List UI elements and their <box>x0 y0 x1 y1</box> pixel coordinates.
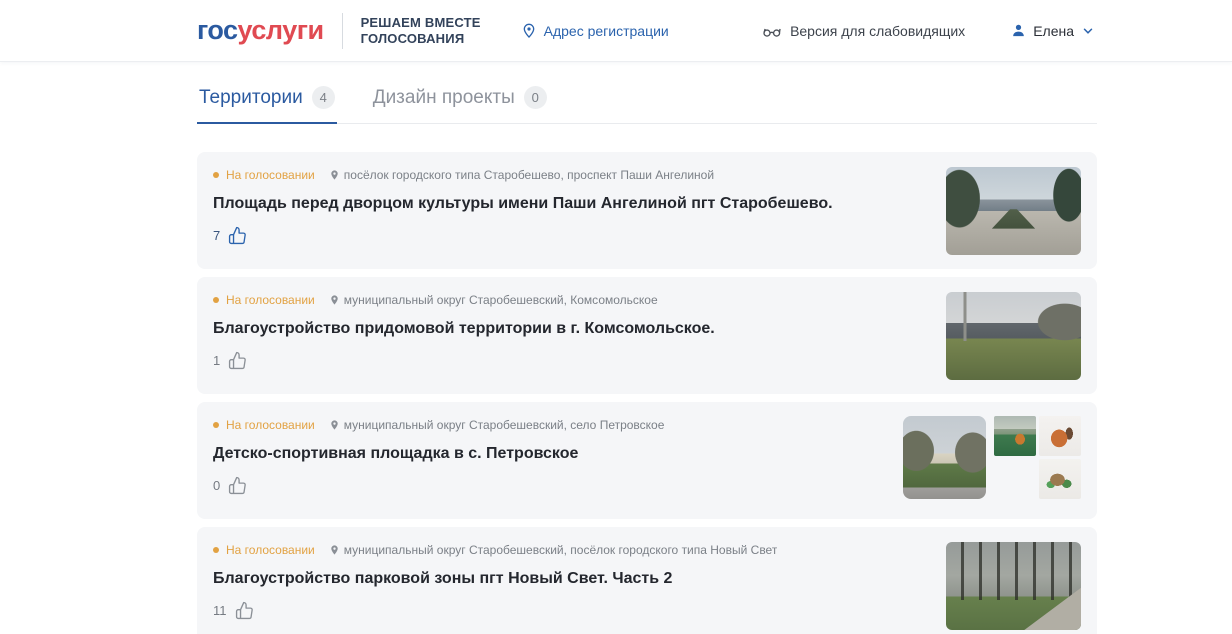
gosuslugi-logo[interactable]: госуслуги <box>197 15 324 46</box>
card-media[interactable] <box>903 416 1081 499</box>
status-badge: На голосовании <box>226 543 315 557</box>
park-trees-path-photo <box>946 542 1081 630</box>
tab-territories-count-badge: 4 <box>311 86 335 109</box>
like-count: 11 <box>213 603 227 618</box>
map-pin-icon <box>329 544 340 556</box>
map-pin-icon <box>329 419 340 431</box>
card-title-link[interactable]: Детско-спортивная площадка в с. Петровск… <box>213 445 927 463</box>
territory-card[interactable]: На голосовании муниципальный округ Старо… <box>197 527 1097 634</box>
tab-design-projects-count-badge: 0 <box>523 86 547 109</box>
territory-card[interactable]: На голосовании муниципальный округ Старо… <box>197 402 1097 519</box>
map-pin-icon <box>329 294 340 306</box>
orange-equipment-render-thumbnail <box>1039 416 1081 456</box>
content-area: Территории 4 Дизайн проекты 0 На голосов… <box>197 80 1097 634</box>
tab-bar: Территории 4 Дизайн проекты 0 <box>197 80 1097 124</box>
user-menu[interactable]: Елена <box>1011 23 1095 39</box>
card-title-link[interactable]: Площадь перед дворцом культуры имени Паш… <box>213 195 927 213</box>
thumbnail-grid <box>994 416 1081 499</box>
logo-part-gos: гос <box>197 15 238 45</box>
like-button[interactable]: 7 <box>213 226 927 245</box>
courtyard-lawn-apartments-photo <box>946 292 1081 380</box>
card-media[interactable] <box>946 542 1081 630</box>
village-lawn-photo <box>903 416 986 499</box>
like-button[interactable]: 11 <box>213 601 927 620</box>
status-dot-icon <box>213 547 219 553</box>
status-dot-icon <box>213 172 219 178</box>
card-media[interactable] <box>946 167 1081 255</box>
thumbs-up-icon <box>229 351 247 370</box>
logo-part-uslugi: услуги <box>237 15 325 45</box>
thumbs-up-icon <box>229 476 247 495</box>
registration-address-link[interactable]: Адрес регистрации <box>521 23 669 39</box>
header: госуслуги РЕШАЕМ ВМЕСТЕ ГОЛОСОВАНИЯ Адре… <box>0 0 1232 62</box>
tab-territories[interactable]: Территории 4 <box>197 80 337 124</box>
card-meta-row: На голосовании муниципальный округ Старо… <box>213 418 927 432</box>
status-dot-icon <box>213 422 219 428</box>
card-meta-row: На голосовании посёлок городского типа С… <box>213 168 927 182</box>
like-count: 1 <box>213 353 221 368</box>
thumbs-up-icon <box>235 601 253 620</box>
user-avatar-icon <box>1011 23 1026 38</box>
like-button[interactable]: 0 <box>213 476 927 495</box>
map-pin-icon <box>329 169 340 181</box>
accessibility-version-label: Версия для слабовидящих <box>790 22 966 39</box>
registration-address-label: Адрес регистрации <box>543 22 669 39</box>
status-badge: На голосовании <box>226 168 315 182</box>
site-subtitle: РЕШАЕМ ВМЕСТЕ ГОЛОСОВАНИЯ <box>361 15 481 47</box>
status-badge: На голосовании <box>226 418 315 432</box>
status-dot-icon <box>213 297 219 303</box>
chevron-down-icon <box>1081 24 1095 38</box>
eyeglasses-icon <box>762 23 782 39</box>
header-divider <box>341 12 343 49</box>
card-location: муниципальный округ Старобешевский, Комс… <box>343 293 658 307</box>
subtitle-line-1: РЕШАЕМ ВМЕСТЕ <box>360 14 481 30</box>
card-location: муниципальный округ Старобешевский, посё… <box>343 543 778 557</box>
like-button[interactable]: 1 <box>213 351 927 370</box>
card-title-link[interactable]: Благоустройство парковой зоны пгт Новый … <box>213 570 927 588</box>
location-pin-icon <box>521 23 537 39</box>
tab-design-projects-label: Дизайн проекты <box>372 86 515 108</box>
accessibility-version-link[interactable]: Версия для слабовидящих <box>762 23 965 39</box>
user-name: Елена <box>1033 22 1074 39</box>
card-meta-row: На голосовании муниципальный округ Старо… <box>213 293 927 307</box>
tab-design-projects[interactable]: Дизайн проекты 0 <box>371 80 549 124</box>
like-count: 0 <box>213 478 221 493</box>
card-meta-row: На голосовании муниципальный округ Старо… <box>213 543 927 557</box>
playground-render-thumbnail <box>994 416 1036 456</box>
card-location: посёлок городского типа Старобешево, про… <box>343 168 715 182</box>
card-location: муниципальный округ Старобешевский, село… <box>343 418 665 432</box>
subtitle-line-2: ГОЛОСОВАНИЯ <box>360 30 465 46</box>
territory-card-list: На голосовании посёлок городского типа С… <box>197 152 1097 634</box>
orange-bench-render-thumbnail <box>994 459 1036 499</box>
plaza-before-palace-of-culture-photo <box>946 167 1081 255</box>
play-complex-render-thumbnail <box>1039 459 1081 499</box>
territory-card[interactable]: На голосовании посёлок городского типа С… <box>197 152 1097 269</box>
territory-card[interactable]: На голосовании муниципальный округ Старо… <box>197 277 1097 394</box>
status-badge: На голосовании <box>226 293 315 307</box>
card-media[interactable] <box>946 292 1081 380</box>
like-count: 7 <box>213 228 221 243</box>
tab-territories-label: Территории <box>199 86 303 108</box>
card-title-link[interactable]: Благоустройство придомовой территории в … <box>213 320 927 338</box>
thumbs-up-icon <box>229 226 247 245</box>
